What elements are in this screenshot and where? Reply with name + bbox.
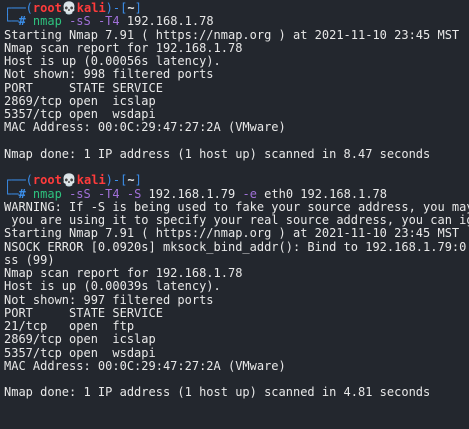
command-name: nmap: [32, 186, 62, 201]
prompt-bracket-close: ]: [134, 1, 142, 15]
output-line: Host is up (0.00056s latency).: [4, 54, 221, 68]
output-line: MAC Address: 00:0C:29:47:27:2A (VMware): [4, 358, 286, 373]
output-line: 2869/tcp open icslap: [4, 93, 156, 108]
output-line: PORT STATE SERVICE: [4, 305, 163, 320]
prompt-bracket-close: ]: [134, 173, 142, 188]
prompt-bracket-mid: )-[: [105, 1, 128, 15]
command-flags: -sS -T4 -S: [69, 186, 142, 201]
command-name: nmap: [32, 14, 62, 29]
output-line: MAC Address: 00:0C:29:47:27:2A (VMware): [4, 120, 286, 135]
prompt-bracket-open: ┌──(: [4, 1, 33, 15]
command-flags: -e: [242, 186, 257, 201]
output-line: Nmap scan report for 192.168.1.78: [4, 266, 243, 280]
skull-icon: 💀: [61, 173, 77, 188]
prompt-host: kali: [76, 173, 106, 188]
output-line: Nmap scan report for 192.168.1.78: [4, 40, 243, 55]
output-line: PORT STATE SERVICE: [4, 80, 163, 95]
prompt-corner: └─: [4, 186, 19, 201]
command-args: eth0 192.168.1.78: [264, 186, 387, 201]
prompt-hash: #: [18, 186, 26, 201]
prompt-bracket-open: ┌──(: [4, 173, 33, 188]
prompt-user: root: [32, 1, 62, 15]
prompt-header: ┌──(root💀kali)-[~]: [0, 174, 469, 187]
output-line: Not shown: 997 filtered ports: [4, 292, 214, 307]
output-line: 2869/tcp open icslap: [4, 332, 156, 347]
command-output: WARNING: If -S is being used to fake you…: [0, 199, 469, 400]
output-line: 5357/tcp open wsdapi: [4, 107, 156, 121]
prompt-command-line: └─# nmap -sS -T4 192.168.1.78: [0, 15, 469, 28]
output-line: Not shown: 998 filtered ports: [4, 67, 214, 82]
prompt-cwd: ~: [127, 173, 135, 188]
output-line: WARNING: If -S is being used to fake you…: [4, 199, 469, 214]
output-line: Nmap done: 1 IP address (1 host up) scan…: [4, 146, 431, 161]
prompt-command-line: └─# nmap -sS -T4 -S 192.168.1.79 -e eth0…: [0, 186, 469, 201]
output-line: Starting Nmap 7.91 ( https://nmap.org ) …: [4, 27, 460, 42]
skull-icon: 💀: [61, 1, 77, 15]
prompt-cwd: ~: [127, 1, 135, 15]
prompt-user: root: [32, 173, 62, 188]
output-line: ss (99): [4, 252, 55, 267]
output-line: Nmap done: 1 IP address (1 host up) scan…: [4, 385, 431, 400]
prompt-bracket-mid: )-[: [105, 173, 128, 188]
terminal-window[interactable]: ┌──(root💀kali)-[~] └─# nmap -sS -T4 192.…: [0, 0, 469, 429]
output-line: 21/tcp open ftp: [4, 319, 135, 333]
output-line: NSOCK ERROR [0.0920s] mksock_bind_addr()…: [4, 239, 469, 254]
prompt-hash: #: [18, 14, 26, 29]
command-args: 192.168.1.78: [126, 14, 214, 29]
prompt-corner: └─: [4, 14, 19, 29]
output-line: you are using it to specify your real so…: [4, 213, 469, 227]
output-line: 5357/tcp open wsdapi: [4, 345, 156, 360]
output-line: Host is up (0.00039s latency).: [4, 279, 221, 294]
output-line: Starting Nmap 7.91 ( https://nmap.org ) …: [4, 226, 460, 241]
command-flags: -sS -T4: [69, 14, 120, 29]
command-output: Starting Nmap 7.91 ( https://nmap.org ) …: [0, 27, 469, 175]
prompt-host: kali: [76, 1, 106, 15]
command-args: 192.168.1.79: [148, 186, 236, 201]
